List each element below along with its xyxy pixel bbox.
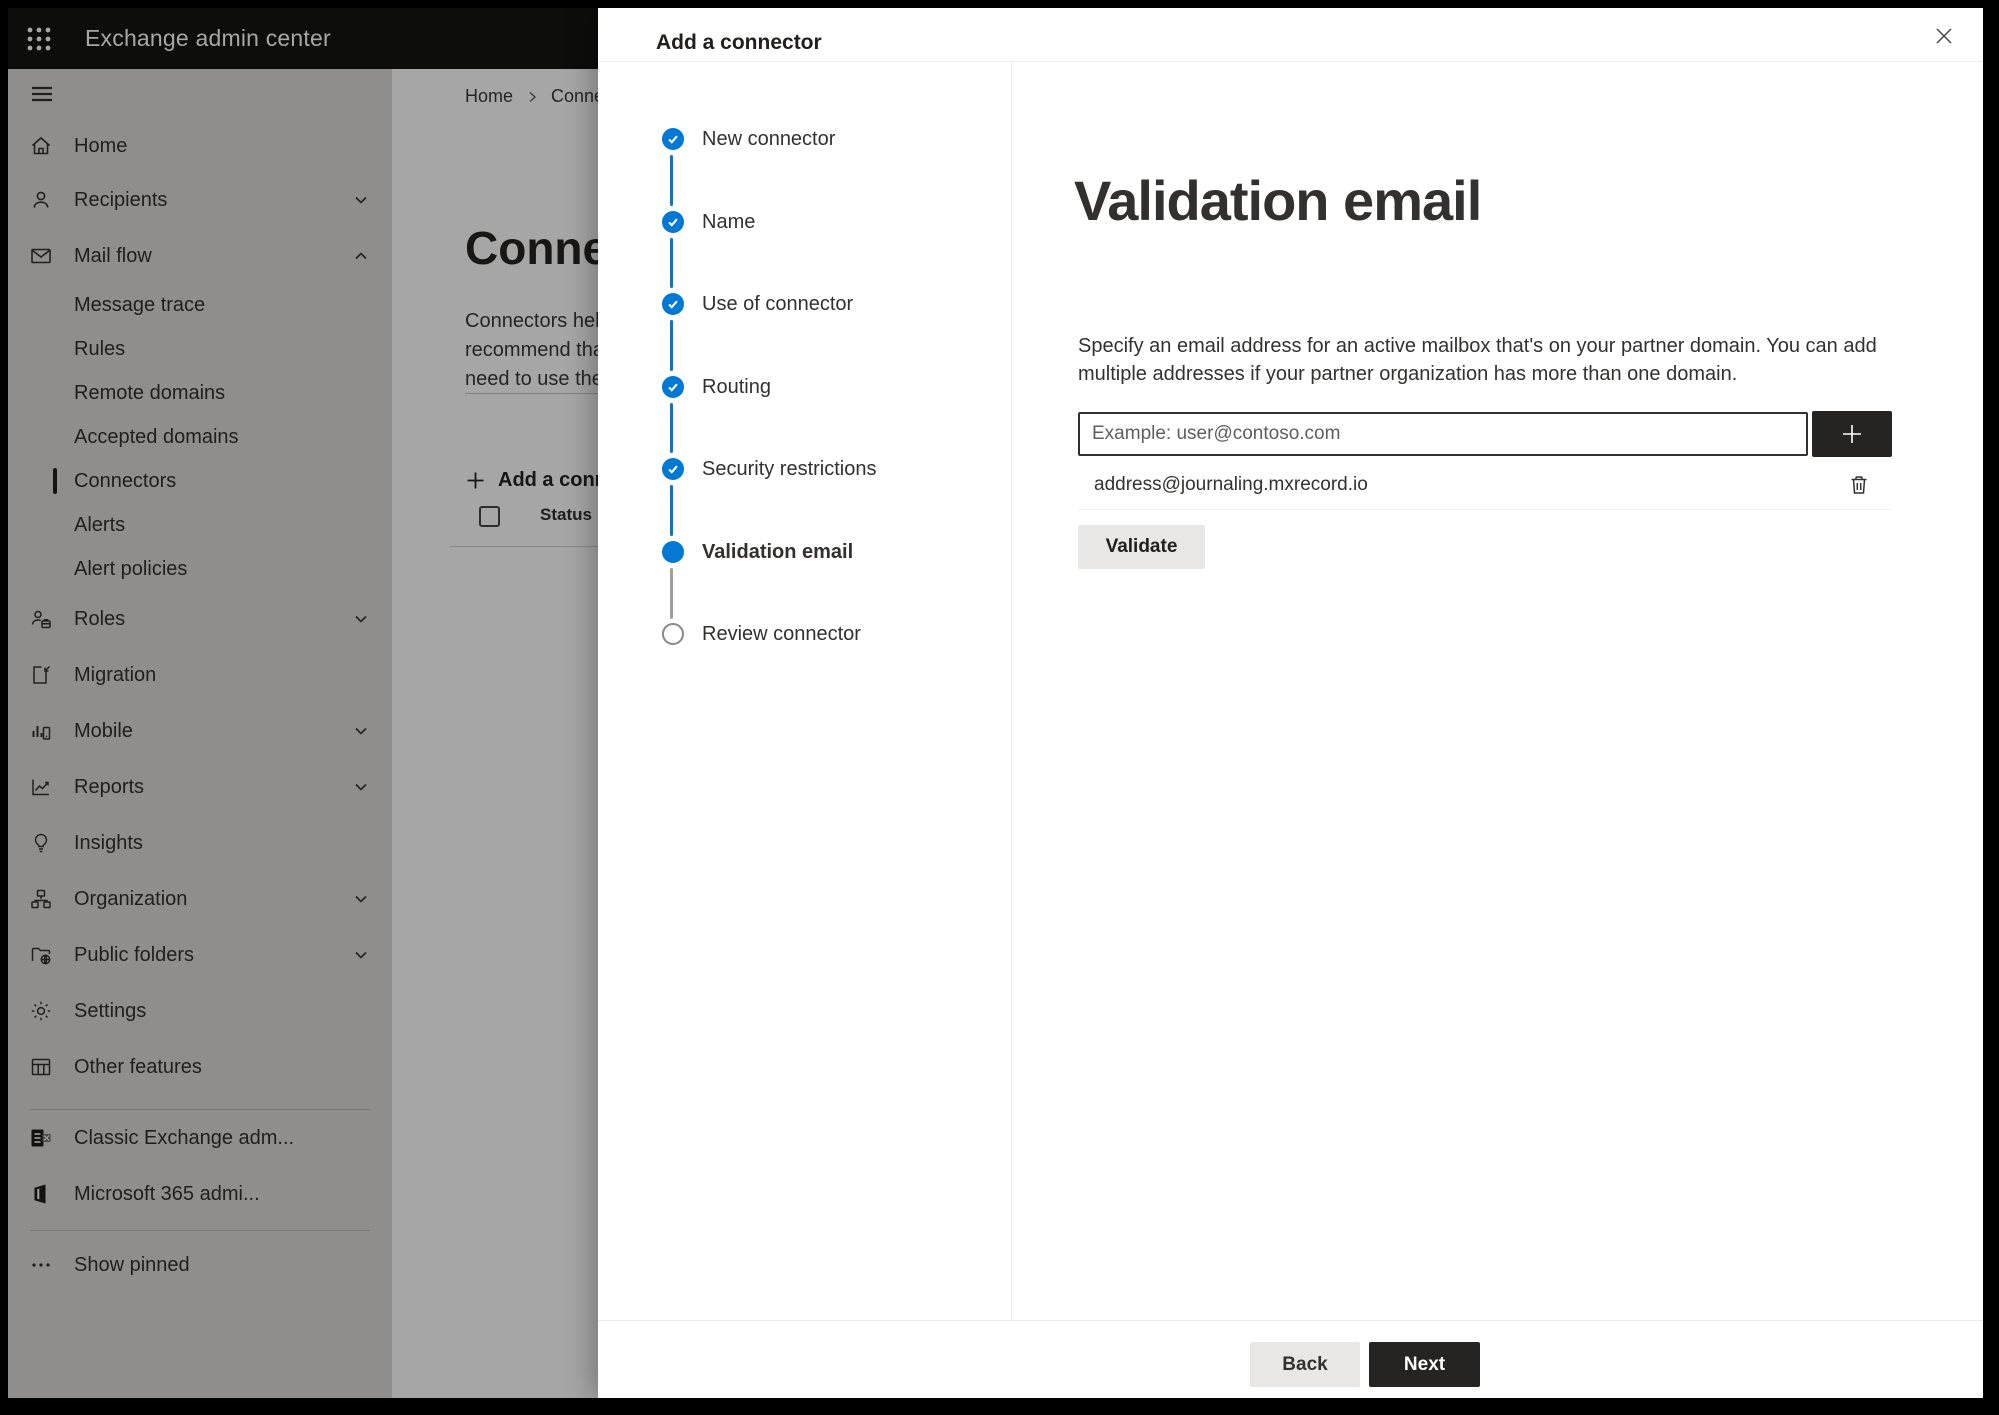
trash-icon [1847,473,1871,497]
step-connector-line [670,403,673,453]
back-button[interactable]: Back [1250,1342,1360,1387]
plus-icon [1837,419,1867,449]
step-heading: Validation email [1074,169,1482,232]
panel-title: Add a connector [656,31,822,54]
exchange-admin-app: Exchange admin center Home Recipients Ma… [8,8,1983,1398]
step-upcoming-icon [662,623,684,645]
step-connector-line [670,485,673,536]
step-connector-line [670,568,673,619]
step-connector-line [670,155,673,206]
validate-button[interactable]: Validate [1078,525,1205,569]
add-email-button[interactable] [1812,411,1892,457]
close-icon [1932,24,1956,48]
email-input[interactable] [1078,412,1808,456]
step-complete-icon [662,128,684,150]
step-description: Specify an email address for an active m… [1078,335,1877,385]
step-connector-line [670,320,673,371]
step-complete-icon [662,293,684,315]
address-email: address@journaling.mxrecord.io [1094,473,1368,495]
dim-overlay [8,8,598,1398]
next-button[interactable]: Next [1369,1342,1480,1387]
step-connector-line [670,238,673,288]
step-complete-icon [662,458,684,480]
step-complete-icon [662,376,684,398]
address-list-item: address@journaling.mxrecord.io [1078,460,1892,510]
wizard-stepper: New connector Name Use of connector Rout… [598,62,1012,1320]
panel-header: Add a connector [598,8,1983,62]
screenshot-frame: Exchange admin center Home Recipients Ma… [0,0,1999,1415]
footer-divider [598,1320,1983,1321]
add-connector-panel: Add a connector New connector Name Use o… [598,8,1983,1398]
step-complete-icon [662,211,684,233]
step-current-icon [662,541,684,563]
delete-address-button[interactable] [1844,470,1874,500]
close-button[interactable] [1929,21,1959,51]
